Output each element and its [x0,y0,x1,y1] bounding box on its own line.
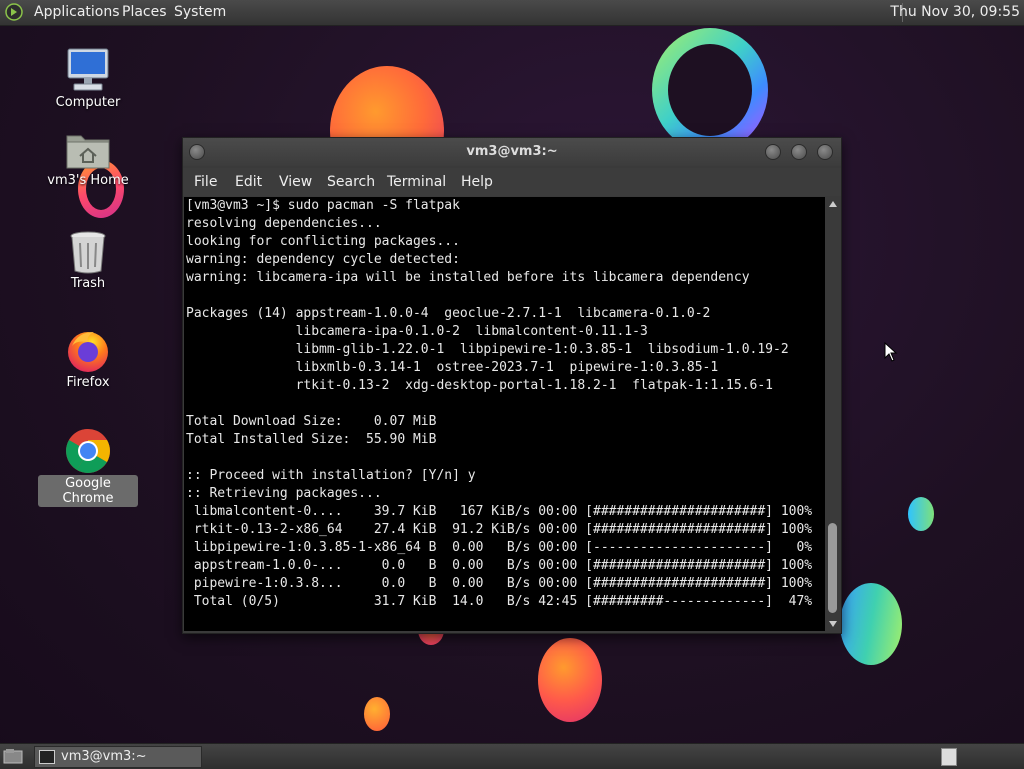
show-desktop-icon[interactable] [3,748,23,764]
bottom-panel: vm3@vm3:~ [0,743,1024,769]
maximize-button[interactable] [791,144,807,160]
terminal-line: appstream-1.0.0-... 0.0 B 0.00 B/s 00:00… [186,558,813,573]
terminal-line: warning: dependency cycle detected: [186,252,460,267]
workspace-switcher[interactable] [941,748,957,766]
menu-applications[interactable]: Applications [34,0,120,25]
terminal-line: pipewire-1:0.3.8... 0.0 B 0.00 B/s 00:00… [186,576,813,591]
terminal-window[interactable]: vm3@vm3:~ File Edit View Search Terminal… [182,137,842,634]
taskbar-terminal-button[interactable]: vm3@vm3:~ [34,746,202,768]
chrome-icon [66,429,110,473]
terminal-line [184,287,825,305]
window-titlebar[interactable]: vm3@vm3:~ [183,138,841,166]
terminal-line: rtkit-0.13-2-x86_64 27.4 KiB 91.2 KiB/s … [186,522,813,537]
desktop-icon-chrome[interactable]: Google Chrome [38,427,138,507]
computer-icon [67,48,109,91]
terminal-line: Total Installed Size: 55.90 MiB [186,432,437,447]
terminal-line [184,395,825,413]
terminal-line: resolving dependencies... [186,216,382,231]
window-menu-button[interactable] [189,144,205,160]
desktop-icon-label: Google Chrome [38,475,138,507]
terminal-line: rtkit-0.13-2 xdg-desktop-portal-1.18.2-1… [186,378,773,393]
menu-search[interactable]: Search [327,168,375,196]
scroll-up-arrow-icon[interactable] [829,201,837,207]
desktop-icon-label: vm3's Home [47,173,129,188]
terminal-line: Packages (14) appstream-1.0.0-4 geoclue-… [186,306,711,321]
desktop-icon-firefox[interactable]: Firefox [38,326,138,391]
home-folder-icon [66,135,110,169]
terminal-line: libcamera-ipa-0.1.0-2 libmalcontent-0.11… [186,324,648,339]
terminal-line: looking for conflicting packages... [186,234,460,249]
minimize-button[interactable] [765,144,781,160]
decor-gradient-ring [652,28,768,152]
terminal-line: :: Proceed with installation? [Y/n] y [186,468,476,483]
distro-logo-icon[interactable] [5,3,23,21]
trash-icon [70,231,106,274]
decor-tiny-orange-blob [364,697,390,731]
terminal-line: Total (0/5) 31.7 KiB 14.0 B/s 42:45 [###… [186,594,813,609]
desktop-icon-home[interactable]: vm3's Home [38,128,138,189]
top-panel: Applications Places System Thu Nov 30, 0… [0,0,1024,26]
terminal-menubar: File Edit View Search Terminal Help [183,168,841,196]
menu-file[interactable]: File [194,168,217,196]
terminal-line: libmm-glib-1.22.0-1 libpipewire-1:0.3.85… [186,342,789,357]
terminal-scrollbar[interactable] [826,197,840,631]
menu-view[interactable]: View [279,168,312,196]
terminal-line: warning: libcamera-ipa will be installed… [186,270,750,285]
terminal-line: libmalcontent-0.... 39.7 KiB 167 KiB/s 0… [186,504,813,519]
desktop-icon-label: Trash [70,276,106,291]
menu-edit[interactable]: Edit [235,168,262,196]
desktop-icon-label: Firefox [66,375,110,390]
mouse-cursor-icon [884,342,898,362]
menu-places[interactable]: Places [122,0,167,25]
decor-teal-small-blob [908,497,934,531]
terminal-line: Total Download Size: 0.07 MiB [186,414,437,429]
menu-system[interactable]: System [174,0,226,25]
window-title: vm3@vm3:~ [466,144,558,159]
desktop-icon-label: Computer [55,95,121,110]
terminal-line: :: Retrieving packages... [186,486,382,501]
desktop-icon-computer[interactable]: Computer [38,46,138,111]
decor-teal-blob [840,583,902,665]
decor-orange-blob-bottom [538,638,602,722]
terminal-line [184,449,825,467]
scroll-down-arrow-icon[interactable] [829,621,837,627]
terminal-icon [39,750,55,764]
terminal-line: [vm3@vm3 ~]$ sudo pacman -S flatpak [186,198,460,213]
terminal-line: libxmlb-0.3.14-1 ostree-2023.7-1 pipewir… [186,360,719,375]
firefox-icon [68,332,108,372]
terminal-output[interactable]: [vm3@vm3 ~]$ sudo pacman -S flatpak reso… [184,197,825,631]
close-button[interactable] [817,144,833,160]
desktop-icon-trash[interactable]: Trash [38,229,138,292]
scrollbar-thumb[interactable] [828,523,837,613]
menu-terminal[interactable]: Terminal [387,168,446,196]
terminal-line: libpipewire-1:0.3.85-1-x86_64 B 0.00 B/s… [186,540,813,555]
clock[interactable]: Thu Nov 30, 09:55 [890,0,1020,25]
taskbar-label: vm3@vm3:~ [61,749,147,764]
menu-help[interactable]: Help [461,168,493,196]
